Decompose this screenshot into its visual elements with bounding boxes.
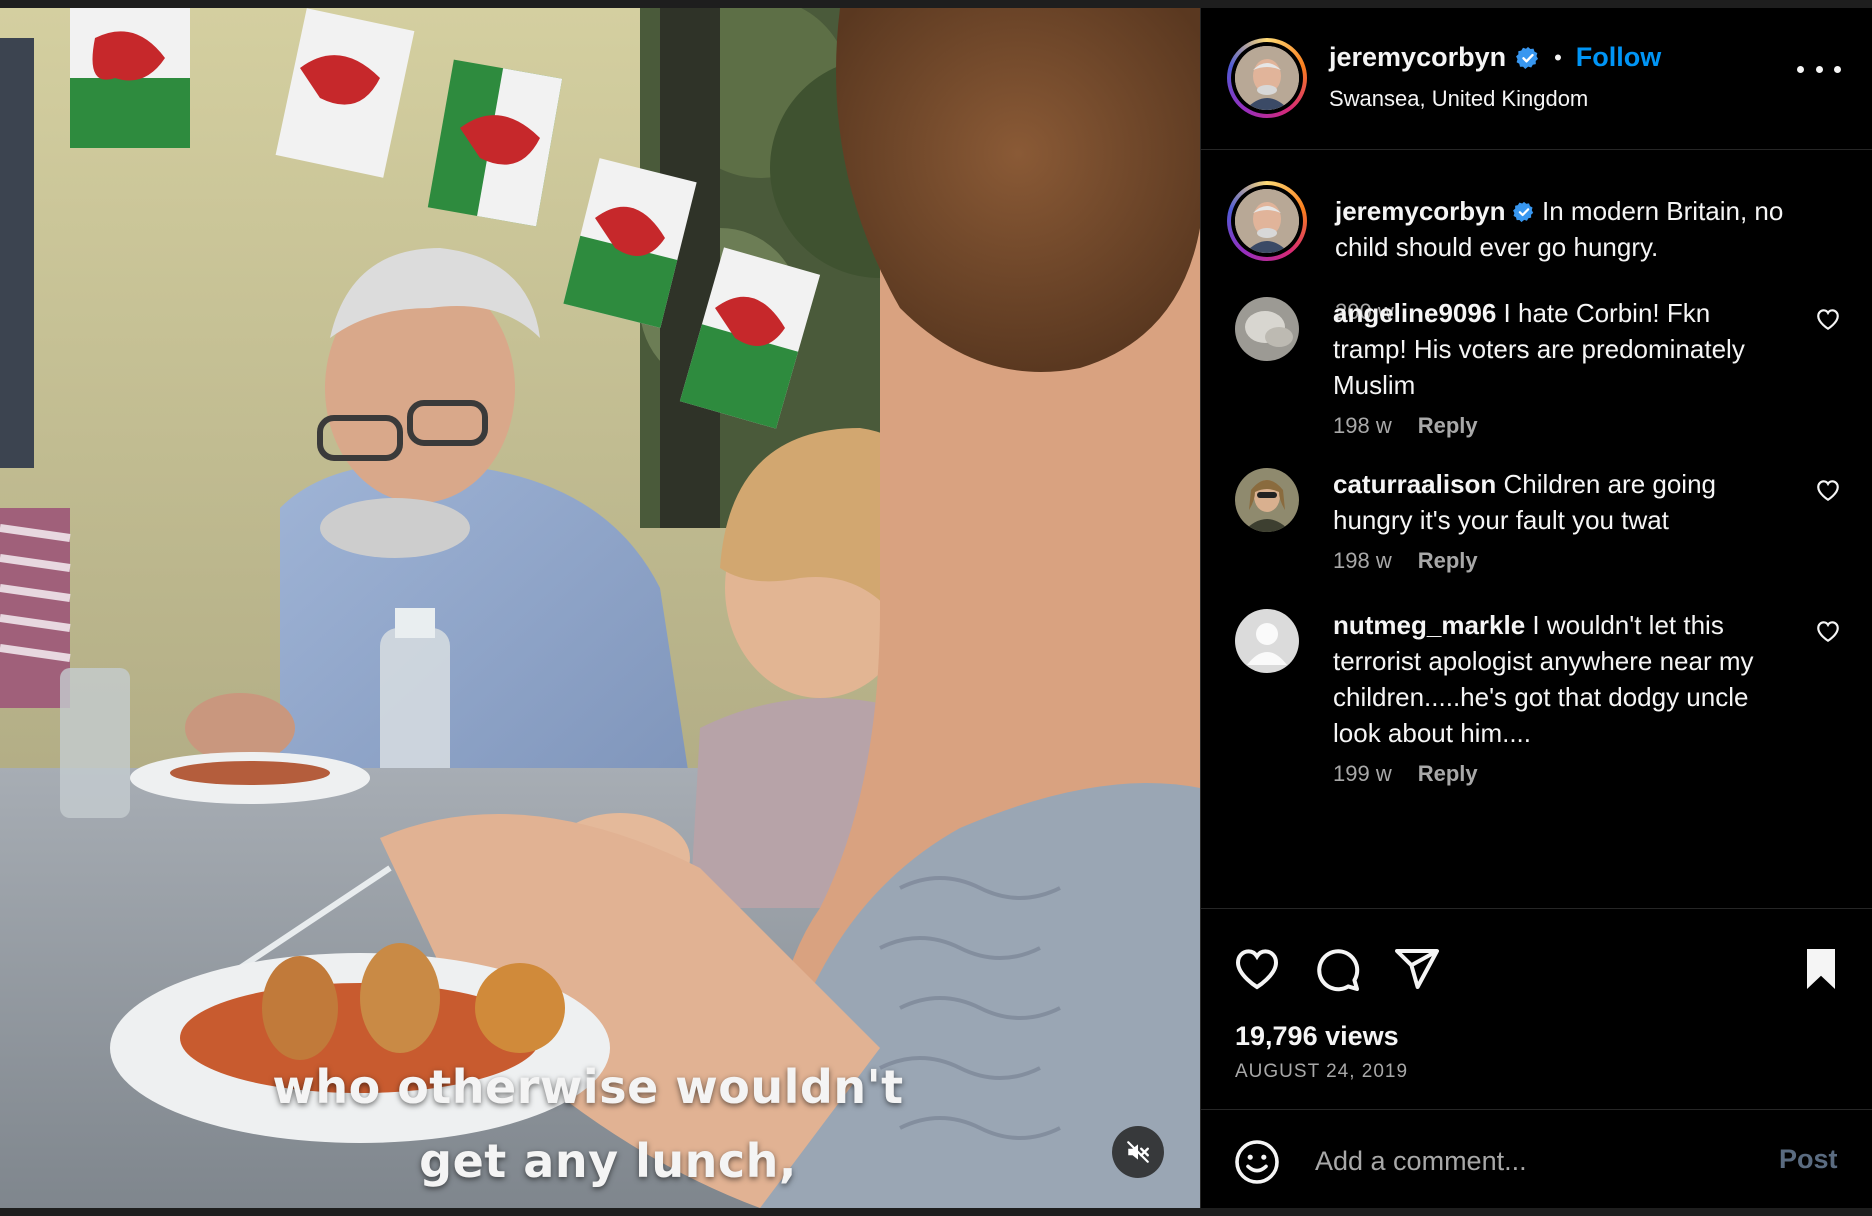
comment-meta: 199 w Reply [1333, 761, 1478, 787]
heart-icon[interactable] [1233, 945, 1281, 993]
comment-input[interactable] [1315, 1138, 1745, 1184]
post-location[interactable]: Swansea, United Kingdom [1329, 86, 1588, 112]
post-header: jeremycorbyn • Follow Swansea, United Ki… [1201, 8, 1872, 150]
ellipsis-icon[interactable] [1797, 54, 1841, 84]
post-actions: 19,796 views AUGUST 24, 2019 [1201, 908, 1872, 1108]
commenter-avatar[interactable] [1235, 468, 1299, 532]
smiley-icon[interactable] [1233, 1138, 1281, 1186]
author-avatar[interactable] [1227, 38, 1307, 118]
window-frame: who otherwise wouldn't get any lunch, je… [0, 0, 1872, 1216]
comment-timestamp[interactable]: 198 w [1333, 413, 1392, 439]
commenter-username[interactable]: angeline9096 [1333, 298, 1496, 328]
post-side-panel: jeremycorbyn • Follow Swansea, United Ki… [1200, 8, 1872, 1208]
video-frame-image [0, 8, 1200, 1208]
post-comment-button[interactable]: Post [1779, 1144, 1838, 1175]
comment-text: caturraalison Children are going hungry … [1333, 466, 1773, 538]
comment-timestamp[interactable]: 199 w [1333, 761, 1392, 787]
reply-button[interactable]: Reply [1418, 548, 1478, 574]
commenter-avatar[interactable] [1235, 297, 1299, 361]
comment-timestamp[interactable]: 198 w [1333, 548, 1392, 574]
post-date[interactable]: AUGUST 24, 2019 [1235, 1061, 1408, 1083]
post-video[interactable]: who otherwise wouldn't get any lunch, [0, 8, 1200, 1208]
comment-bubble-icon[interactable] [1313, 945, 1361, 993]
reply-button[interactable]: Reply [1418, 413, 1478, 439]
caption-text: jeremycorbyn In modern Britain, no child… [1335, 193, 1805, 265]
comment-text: angeline9096 I hate Corbin! Fkn tramp! H… [1333, 295, 1773, 403]
commenter-avatar[interactable] [1235, 609, 1299, 673]
speaker-muted-icon [1127, 1141, 1149, 1163]
heart-icon[interactable] [1815, 619, 1841, 643]
comment-composer: Post [1201, 1109, 1872, 1208]
author-username[interactable]: jeremycorbyn [1329, 42, 1506, 73]
separator-dot: • [1554, 44, 1562, 70]
verified-badge-icon [1516, 46, 1539, 69]
reply-button[interactable]: Reply [1418, 761, 1478, 787]
comment-text: nutmeg_markle I wouldn't let this terror… [1333, 607, 1773, 751]
caption-author-avatar[interactable] [1227, 181, 1307, 261]
comments-list[interactable]: jeremycorbyn In modern Britain, no child… [1201, 151, 1872, 908]
video-subtitle-line-2: get any lunch, [419, 1134, 797, 1188]
heart-icon[interactable] [1815, 478, 1841, 502]
commenter-username[interactable]: nutmeg_markle [1333, 610, 1525, 640]
follow-button[interactable]: Follow [1576, 42, 1661, 73]
comment-meta: 198 w Reply [1333, 548, 1478, 574]
verified-badge-icon [1512, 201, 1533, 223]
commenter-username[interactable]: caturraalison [1333, 469, 1496, 499]
heart-icon[interactable] [1815, 307, 1841, 331]
paper-plane-icon[interactable] [1393, 945, 1441, 993]
caption-username[interactable]: jeremycorbyn [1335, 196, 1506, 226]
bookmark-icon[interactable] [1797, 945, 1845, 993]
view-count[interactable]: 19,796 views [1235, 1021, 1399, 1052]
mute-toggle-button[interactable] [1112, 1126, 1164, 1178]
video-subtitle-line-1: who otherwise wouldn't [272, 1060, 904, 1114]
comment-meta: 198 w Reply [1333, 413, 1478, 439]
